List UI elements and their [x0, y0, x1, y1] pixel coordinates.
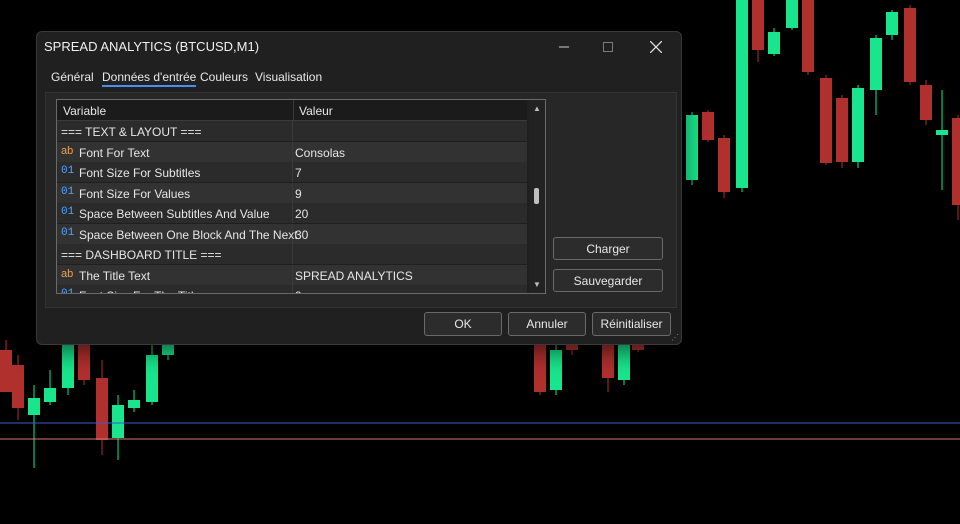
- input-row[interactable]: ab Font For Text Consolas: [57, 141, 527, 163]
- settings-dialog: SPREAD ANALYTICS (BTCUSD,M1) Général Don…: [36, 31, 682, 345]
- number-type-icon: 01: [61, 165, 75, 177]
- candle-body: [820, 78, 832, 163]
- candle-body: [128, 400, 140, 408]
- scroll-up-icon[interactable]: ▲: [529, 104, 545, 113]
- candle-body: [162, 345, 174, 355]
- variable-name: === TEXT & LAYOUT ===: [61, 125, 202, 139]
- input-row[interactable]: 01 Space Between One Block And The Next 30: [57, 223, 527, 245]
- column-header-variable[interactable]: Variable: [63, 104, 106, 118]
- candle-body: [736, 0, 748, 188]
- candle-body: [44, 388, 56, 402]
- tab-panel: Variable Valeur === TEXT & LAYOUT === ab F…: [45, 92, 677, 308]
- grid-scrollbar[interactable]: ▲ ▼: [529, 100, 545, 293]
- candle-body: [870, 38, 882, 90]
- section-row[interactable]: === TEXT & LAYOUT ===: [57, 121, 527, 142]
- candle-body: [852, 88, 864, 162]
- candle-body: [602, 345, 614, 378]
- variable-name: Font Size For Subtitles: [79, 166, 201, 180]
- input-row[interactable]: ab The Title Text SPREAD ANALYTICS: [57, 264, 527, 286]
- candle-body: [952, 118, 960, 205]
- reset-button[interactable]: Réinitialiser: [592, 312, 671, 336]
- variable-name: Font Size For Values: [79, 186, 191, 201]
- candle-body: [920, 85, 932, 120]
- candle-body: [96, 378, 108, 440]
- column-header-value[interactable]: Valeur: [299, 104, 333, 118]
- input-row[interactable]: 01 Space Between Subtitles And Value 20: [57, 203, 527, 224]
- candle-body: [768, 32, 780, 54]
- ok-button[interactable]: OK: [424, 312, 502, 336]
- input-row[interactable]: 01 Font Size For The Title 9: [57, 285, 527, 294]
- candle-body: [78, 340, 90, 380]
- variable-value[interactable]: 9: [295, 187, 302, 201]
- candle-body: [28, 398, 40, 415]
- number-type-icon: 01: [61, 185, 75, 198]
- candle-body: [752, 0, 764, 50]
- dialog-title: SPREAD ANALYTICS (BTCUSD,M1): [44, 39, 260, 54]
- maximize-icon[interactable]: [585, 32, 631, 62]
- tab-visualization[interactable]: Visualisation: [255, 70, 322, 84]
- candle-body: [836, 98, 848, 162]
- number-type-icon: 01: [61, 226, 75, 239]
- candle-body: [786, 0, 798, 28]
- tab-general[interactable]: Général: [51, 70, 94, 84]
- candle-body: [12, 365, 24, 408]
- scroll-thumb[interactable]: [534, 188, 539, 204]
- variable-value[interactable]: 7: [295, 166, 302, 180]
- candle-body: [904, 8, 916, 82]
- candle-body: [686, 115, 698, 180]
- variable-value[interactable]: Consolas: [295, 146, 345, 160]
- variable-name: The Title Text: [79, 268, 151, 283]
- number-type-icon: 01: [61, 206, 75, 218]
- variable-value[interactable]: 9: [295, 289, 302, 293]
- inputs-grid: Variable Valeur === TEXT & LAYOUT === ab F…: [56, 99, 546, 294]
- candle-body: [886, 12, 898, 35]
- grid-header: Variable Valeur: [57, 100, 527, 121]
- candle-body: [0, 350, 12, 392]
- variable-name: Space Between One Block And The Next: [79, 227, 298, 242]
- number-type-icon: 01: [61, 288, 75, 294]
- candle-body: [62, 340, 74, 388]
- variable-name: Font For Text: [79, 145, 150, 160]
- resize-grip-icon[interactable]: ⋰: [671, 334, 679, 342]
- variable-value[interactable]: 30: [295, 228, 308, 242]
- candle-body: [802, 0, 814, 72]
- save-button[interactable]: Sauvegarder: [553, 269, 663, 292]
- input-row[interactable]: 01 Font Size For Subtitles 7: [57, 162, 527, 183]
- candle-body: [718, 138, 730, 192]
- title-bar[interactable]: SPREAD ANALYTICS (BTCUSD,M1): [37, 32, 681, 62]
- load-button[interactable]: Charger: [553, 237, 663, 260]
- candle-body: [550, 350, 562, 390]
- candle-body: [534, 345, 546, 392]
- variable-value[interactable]: 20: [295, 207, 308, 221]
- candle-body: [702, 112, 714, 140]
- cancel-button[interactable]: Annuler: [508, 312, 586, 336]
- candle-body: [936, 130, 948, 135]
- candle-body: [146, 355, 158, 402]
- scroll-down-icon[interactable]: ▼: [529, 280, 545, 289]
- section-row[interactable]: === DASHBOARD TITLE ===: [57, 244, 527, 265]
- variable-name: Space Between Subtitles And Value: [79, 207, 270, 221]
- candle-body: [618, 342, 630, 380]
- candle-body: [112, 405, 124, 438]
- variable-name: Font Size For The Title: [79, 289, 200, 293]
- close-icon[interactable]: [633, 32, 679, 62]
- variable-name: === DASHBOARD TITLE ===: [61, 248, 222, 262]
- tab-inputs[interactable]: Données d'entrée: [102, 70, 197, 87]
- string-type-icon: ab: [61, 144, 74, 157]
- tab-colors[interactable]: Couleurs: [200, 70, 248, 84]
- input-row[interactable]: 01 Font Size For Values 9: [57, 182, 527, 204]
- minimize-icon[interactable]: [541, 32, 587, 62]
- variable-value[interactable]: SPREAD ANALYTICS: [295, 269, 413, 283]
- string-type-icon: ab: [61, 267, 74, 280]
